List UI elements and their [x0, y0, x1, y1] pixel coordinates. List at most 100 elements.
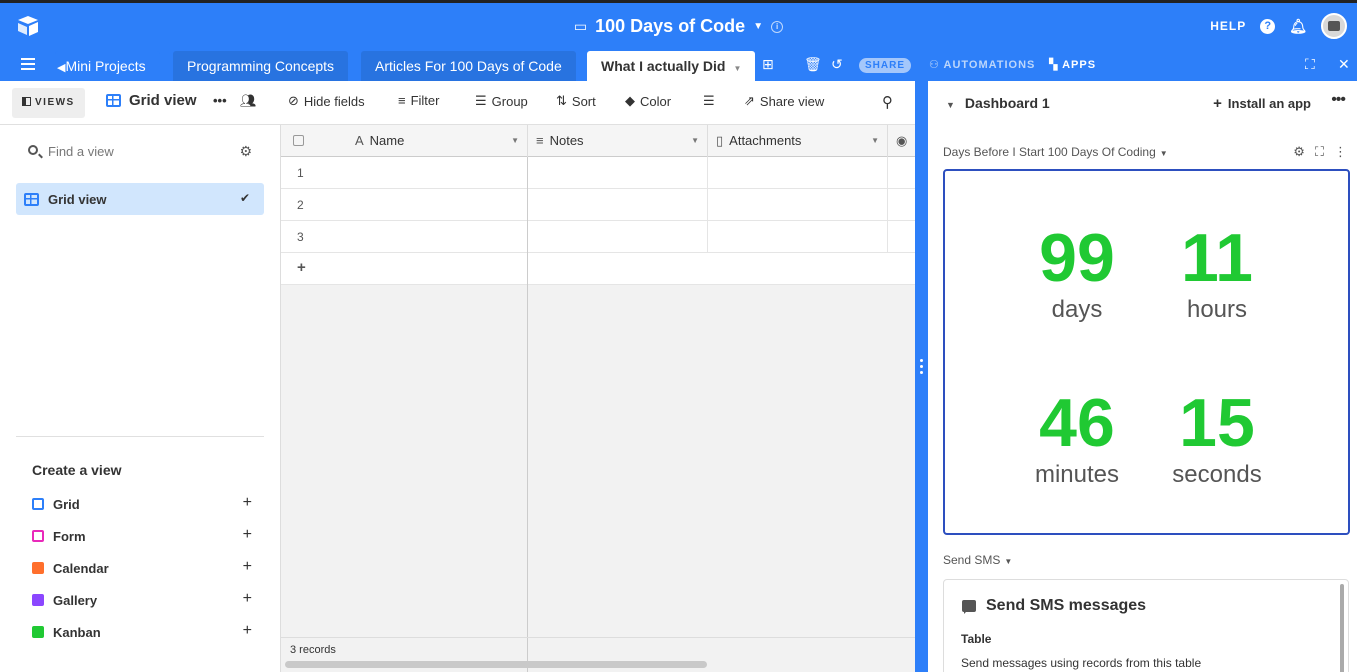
table-row[interactable]: 3 — [281, 221, 915, 253]
dashboard-panel: ▼ Dashboard 1 + Install an app ••• Days Be… — [928, 81, 1357, 672]
column-header-name[interactable]: A Name ▼ — [345, 125, 528, 157]
countdown-app: 99 days 11 hours 46 minutes 15 seconds — [943, 169, 1350, 535]
column-label: Attachments — [729, 133, 802, 148]
avatar[interactable] — [1321, 13, 1347, 39]
gear-icon[interactable]: ⚙ — [1293, 144, 1305, 160]
app-label-text: Send SMS — [943, 553, 1001, 567]
seconds-value: 15 — [1179, 385, 1255, 461]
plus-icon[interactable]: + — [243, 558, 252, 576]
automations-label: AUTOMATIONS — [943, 59, 1036, 71]
view-menu-icon[interactable]: ••• — [213, 93, 227, 108]
checkbox[interactable] — [293, 135, 304, 146]
paint-bucket-icon: ◆ — [625, 93, 635, 108]
chevron-down-icon[interactable]: ▼ — [871, 125, 879, 157]
sidebar-item-grid-view[interactable]: Grid view ✔ — [16, 183, 264, 215]
share-view-label: Share view — [759, 93, 825, 109]
grid-view-icon — [106, 94, 121, 107]
expand-icon[interactable]: ⛶ — [1315, 144, 1324, 160]
plus-icon[interactable]: + — [243, 494, 252, 512]
install-app-button[interactable]: + Install an app — [1213, 95, 1311, 112]
create-gallery-view[interactable]: Gallery + — [32, 590, 252, 610]
automations-button[interactable]: ⚇ AUTOMATIONS — [929, 58, 1035, 71]
close-icon[interactable]: ✕ — [1338, 57, 1350, 71]
hours-label: hours — [1186, 296, 1248, 323]
column-header-notes[interactable]: ≡ Notes ▼ — [528, 125, 708, 157]
sort-icon: ⇅ — [556, 93, 567, 108]
dashboard-header: ▼ Dashboard 1 + Install an app ••• — [928, 81, 1357, 125]
find-view-placeholder: Find a view — [48, 144, 114, 159]
search-icon[interactable]: ⚲ — [882, 93, 893, 111]
horizontal-scrollbar[interactable] — [285, 661, 707, 668]
grid-icon — [32, 498, 44, 510]
tab-articles[interactable]: Articles For 100 Days of Code — [361, 51, 576, 81]
trash-icon[interactable]: 🗑︎ — [804, 57, 822, 71]
tab-what-i-actually-did[interactable]: What I actually Did ▼ — [587, 51, 756, 81]
views-toggle-button[interactable]: VIEWS — [12, 88, 85, 118]
eye-off-icon: ⊘ — [288, 93, 299, 108]
create-calendar-view[interactable]: Calendar + — [32, 558, 252, 578]
panel-resize-handle[interactable] — [915, 81, 928, 672]
create-item-label: Grid — [53, 496, 80, 512]
laptop-icon: ▭ — [573, 18, 588, 34]
hamburger-menu-icon[interactable] — [21, 58, 35, 70]
create-grid-view[interactable]: Grid + — [32, 494, 252, 514]
sms-app-label[interactable]: Send SMS ▼ — [943, 553, 1012, 567]
chevron-down-icon[interactable]: ▼ — [733, 64, 741, 73]
drag-handle-icon[interactable]: ⋮ — [1334, 144, 1347, 160]
sms-title-text: Send SMS messages — [986, 597, 1147, 614]
row-height-icon[interactable]: ☰ — [703, 93, 715, 109]
chevron-down-icon: ▼ — [946, 100, 955, 110]
history-icon[interactable]: ↺ — [831, 57, 843, 71]
hide-fields-button[interactable]: ⊘ Hide fields — [288, 93, 365, 109]
column-header-partial[interactable]: ◉ — [888, 125, 915, 157]
more-options-icon[interactable]: ••• — [1331, 91, 1346, 109]
add-row-button[interactable]: + — [281, 253, 915, 285]
tab-programming-concepts[interactable]: Programming Concepts — [173, 51, 349, 81]
color-button[interactable]: ◆ Color — [625, 93, 671, 109]
create-kanban-view[interactable]: Kanban + — [32, 622, 252, 642]
vertical-scrollbar[interactable] — [1340, 584, 1344, 672]
countdown-seconds: 15 seconds — [1147, 386, 1287, 490]
column-header-attachments[interactable]: ▯ Attachments ▼ — [708, 125, 888, 157]
filter-button[interactable]: ≡ Filter — [398, 93, 439, 108]
hide-fields-label: Hide fields — [303, 93, 365, 109]
add-table-icon[interactable]: ⊞ — [762, 57, 774, 71]
group-button[interactable]: ☰ Group — [475, 93, 528, 109]
current-view-title[interactable]: Grid view — [106, 92, 197, 109]
find-view-input[interactable]: Find a view ⚙ — [16, 137, 264, 167]
help-icon[interactable]: ? — [1260, 18, 1276, 34]
dashboard-title[interactable]: ▼ Dashboard 1 — [946, 95, 1050, 111]
automations-icon: ⚇ — [929, 59, 944, 71]
row-number: 2 — [297, 198, 304, 212]
table-row[interactable]: 1 — [281, 157, 915, 189]
table-row[interactable]: 2 — [281, 189, 915, 221]
tab-mini-projects[interactable]: ◀Mini Projects — [55, 51, 160, 81]
calendar-icon — [32, 562, 44, 574]
share-view-button[interactable]: ⇗ Share view — [744, 93, 824, 109]
chevron-down-icon[interactable]: ▼ — [511, 125, 519, 157]
select-all-checkbox-cell[interactable] — [281, 125, 353, 157]
plus-icon[interactable]: + — [243, 622, 252, 640]
sort-button[interactable]: ⇅ Sort — [556, 93, 596, 109]
bell-icon[interactable]: 🔔︎ — [1289, 18, 1307, 35]
create-form-view[interactable]: Form + — [32, 526, 252, 546]
collaborators-icon[interactable]: 👥︎ — [240, 93, 257, 109]
plus-icon: + — [297, 259, 306, 276]
plus-icon[interactable]: + — [243, 526, 252, 544]
minutes-value: 46 — [1039, 385, 1115, 461]
chevron-down-icon[interactable]: ▼ — [691, 125, 699, 157]
group-icon: ☰ — [475, 93, 487, 108]
gear-icon[interactable]: ⚙ — [239, 143, 252, 160]
fullscreen-icon[interactable]: ⛶ — [1305, 57, 1315, 71]
install-app-label: Install an app — [1227, 96, 1311, 111]
info-icon[interactable]: i — [771, 20, 784, 33]
days-value: 99 — [1039, 220, 1115, 296]
base-title[interactable]: ▭ 100 Days of Code ▼ i — [0, 16, 1357, 37]
seconds-label: seconds — [1172, 461, 1262, 488]
countdown-app-label[interactable]: Days Before I Start 100 Days Of Coding ▼ — [943, 145, 1168, 159]
apps-button[interactable]: ▚ APPS — [1049, 58, 1096, 71]
share-button[interactable]: SHARE — [859, 58, 912, 73]
plus-icon[interactable]: + — [243, 590, 252, 608]
help-link[interactable]: HELP — [1210, 19, 1246, 33]
views-label: VIEWS — [35, 97, 75, 108]
